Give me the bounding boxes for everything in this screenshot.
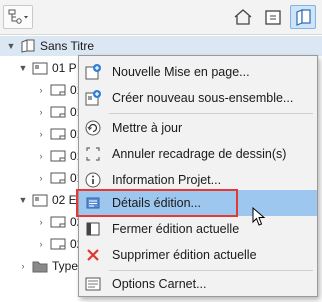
- folder-icon: [32, 259, 48, 273]
- tree-row[interactable]: ▼ 02 E: [18, 190, 77, 210]
- chevron-down-icon[interactable]: ▼: [18, 63, 28, 73]
- tree-root-row[interactable]: ▼ Sans Titre: [0, 36, 322, 56]
- chevron-right-icon[interactable]: ›: [18, 261, 28, 271]
- red-x-icon: [82, 244, 104, 266]
- chevron-right-icon[interactable]: ›: [36, 129, 46, 139]
- tree-row[interactable]: › 02: [36, 212, 84, 232]
- options-icon: [82, 273, 104, 295]
- book-icon: [20, 39, 36, 53]
- chevron-down-icon[interactable]: ▼: [18, 195, 28, 205]
- chevron-right-icon[interactable]: ›: [36, 107, 46, 117]
- tree-root-label: Sans Titre: [40, 39, 95, 53]
- mouse-cursor-icon: [252, 206, 266, 230]
- tree-row[interactable]: › Type: [18, 256, 79, 276]
- menu-item-cancel-crop[interactable]: Annuler recadrage de dessin(s): [79, 141, 317, 167]
- tree-row-label: 01 P: [52, 61, 77, 75]
- layout-book-icon: [293, 8, 313, 26]
- tree-row[interactable]: › 01: [36, 80, 84, 100]
- chevron-right-icon[interactable]: ›: [36, 173, 46, 183]
- menu-item-refresh[interactable]: Mettre à jour: [79, 115, 317, 141]
- home-view-button[interactable]: [230, 5, 256, 29]
- layout-icon: [50, 105, 66, 119]
- menu-item-edition-details[interactable]: Détails édition...: [79, 190, 317, 216]
- chevron-down-icon[interactable]: ▼: [6, 41, 16, 51]
- edition-details-icon: [82, 192, 104, 214]
- layout-icon: [50, 127, 66, 141]
- tree-row[interactable]: › 01: [36, 168, 84, 188]
- refresh-icon: [82, 117, 104, 139]
- layout-icon: [50, 149, 66, 163]
- tree-row[interactable]: › 02: [36, 234, 84, 254]
- view-dropdown-button[interactable]: [3, 5, 33, 29]
- navigator-toolbar: [0, 0, 322, 35]
- book-view-button[interactable]: [290, 5, 316, 29]
- chevron-right-icon[interactable]: ›: [36, 85, 46, 95]
- new-layout-icon: [82, 61, 104, 83]
- new-subset-icon: [82, 87, 104, 109]
- info-icon: [82, 169, 104, 191]
- layout-icon: [50, 83, 66, 97]
- crop-corners-icon: [82, 143, 104, 165]
- menu-item-new-subset[interactable]: Créer nouveau sous-ensemble...: [79, 85, 317, 111]
- tree-row[interactable]: › 01: [36, 146, 84, 166]
- folder-view-button[interactable]: [260, 5, 286, 29]
- tree-row[interactable]: › 01: [36, 124, 84, 144]
- tree-row-label: Type: [52, 259, 79, 273]
- chevron-right-icon[interactable]: ›: [36, 217, 46, 227]
- house-icon: [233, 8, 253, 26]
- subset-icon: [32, 61, 48, 75]
- subset-icon: [32, 193, 48, 207]
- close-edition-icon: [82, 218, 104, 240]
- chevron-right-icon[interactable]: ›: [36, 239, 46, 249]
- layout-icon: [50, 171, 66, 185]
- menu-item-new-layout[interactable]: Nouvelle Mise en page...: [79, 59, 317, 85]
- folder-icon: [263, 8, 283, 26]
- menu-separator: [109, 113, 313, 114]
- menu-item-book-options[interactable]: Options Carnet...: [79, 271, 317, 297]
- context-menu: Nouvelle Mise en page... Créer nouveau s…: [78, 55, 318, 297]
- tree-row[interactable]: ▼ 01 P: [18, 58, 77, 78]
- tree-settings-icon: [7, 8, 29, 26]
- tree-row[interactable]: › 01: [36, 102, 84, 122]
- chevron-right-icon[interactable]: ›: [36, 151, 46, 161]
- layout-icon: [50, 237, 66, 251]
- menu-item-close-edition[interactable]: Fermer édition actuelle: [79, 216, 317, 242]
- tree-row-label: 02 E: [52, 193, 77, 207]
- menu-item-delete-edition[interactable]: Supprimer édition actuelle: [79, 242, 317, 268]
- layout-icon: [50, 215, 66, 229]
